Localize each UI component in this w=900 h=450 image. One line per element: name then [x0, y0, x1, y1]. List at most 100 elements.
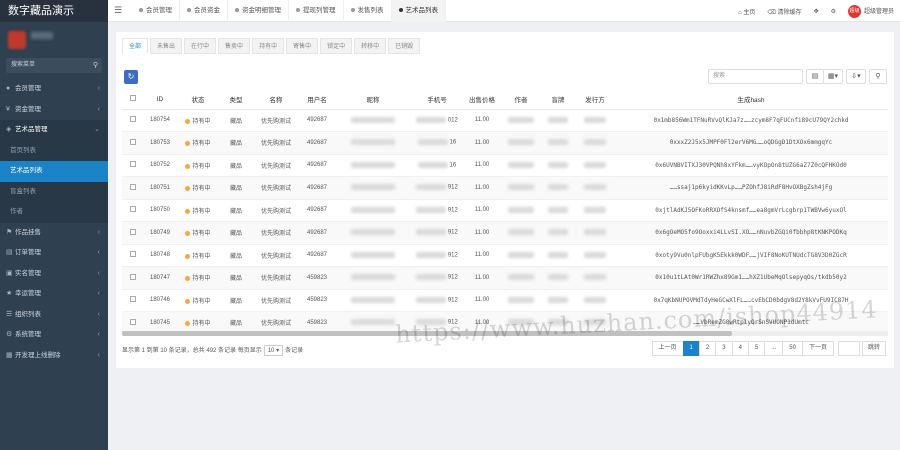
sidebar-item-lucky[interactable]: ★ 幸运管理 ‹ — [0, 284, 108, 305]
home-link[interactable]: ⌂ 主页 — [732, 7, 761, 16]
cell-hash: 0x7qKbNUPOVMdTdyHeGCwXlFL……cvEbCD0bdgV8d… — [614, 289, 888, 312]
page-button[interactable]: 5 — [747, 341, 766, 356]
status-tab-unsold[interactable]: 未售出 — [150, 38, 183, 54]
prev-page-button[interactable]: 上一页 — [651, 341, 684, 356]
jump-page-input[interactable] — [837, 341, 860, 356]
menu-search-input[interactable]: 搜索菜单 ⚲ — [6, 58, 102, 73]
column-header[interactable]: 类型 — [220, 90, 252, 110]
row-checkbox[interactable] — [122, 221, 144, 245]
row-checkbox[interactable] — [122, 154, 144, 177]
tab-member-funds[interactable]: 会员资金 — [180, 0, 228, 22]
sidebar-item-listing[interactable]: ⚑ 作品挂售 ‹ — [0, 223, 108, 244]
tab-members[interactable]: 会员管理 — [132, 0, 180, 22]
column-header[interactable]: 状态 — [176, 90, 220, 110]
page-button[interactable]: 1 — [682, 341, 700, 356]
row-checkbox[interactable] — [122, 244, 144, 267]
table-row[interactable]: 180747 持有中 藏品 优先购测试 459823 912 11.00 0x10u1tLA… — [122, 266, 888, 290]
cell-hash: ……ssaj1p6kyidKKvLp……PZOhfJ8iRdF8HvOXBgZs… — [614, 176, 888, 200]
table-row[interactable]: 180749 持有中 藏品 优先购测试 492687 912 11.00 0x6gOeMO5… — [122, 221, 888, 245]
sidebar-sub-home-list[interactable]: 首页列表 — [0, 140, 108, 161]
column-header[interactable]: 生成hash — [614, 90, 888, 110]
cell-phone: 912 — [412, 266, 462, 290]
sidebar-item-dev[interactable]: ▦ 开发理上线删除 ‹ — [0, 346, 108, 367]
sidebar-item-members[interactable]: ● 会员管理 ‹ — [0, 79, 108, 100]
sidebar-sub-blindbox-list[interactable]: 盲盒列表 — [0, 181, 108, 202]
column-header[interactable]: 盲牌 — [540, 90, 576, 110]
sidebar-sub-artwork-list[interactable]: 艺术品列表 — [0, 161, 108, 182]
sidebar-sub-authors[interactable]: 作者 — [0, 202, 108, 223]
page-button[interactable]: 2 — [698, 341, 717, 356]
column-header[interactable]: 出售价格 — [462, 90, 502, 110]
column-header[interactable]: 昵称 — [334, 90, 412, 110]
status-tab-in-progress[interactable]: 在行中 — [184, 38, 217, 54]
row-checkbox[interactable] — [122, 289, 144, 312]
column-header[interactable]: 用户名 — [300, 90, 334, 110]
toggle-view-button[interactable]: ▤ — [806, 69, 824, 84]
fullscreen-button[interactable]: ✥ — [808, 8, 825, 15]
status-tab-all[interactable]: 全部 — [122, 38, 149, 54]
column-header[interactable]: 发行方 — [576, 90, 614, 110]
horizontal-scrollbar[interactable] — [122, 331, 888, 336]
theme-button[interactable]: ⚙ — [825, 8, 842, 15]
cell-nickname-blurred — [334, 289, 412, 312]
advanced-search-button[interactable]: ⚲ — [869, 69, 887, 84]
jump-button[interactable]: 跳转 — [861, 341, 886, 356]
tab-withdrawals[interactable]: 提现列管理 — [289, 0, 344, 22]
cell-blindbox-blurred — [540, 244, 576, 267]
page-button[interactable]: 50 — [782, 341, 803, 356]
table-row[interactable]: 180748 持有中 藏品 优先购测试 492687 912 11.00 0xoty9Vu0… — [122, 244, 888, 267]
status-tab-selling[interactable]: 售卖中 — [218, 38, 251, 54]
cell-phone: 912 — [412, 176, 462, 200]
column-header[interactable]: 作者 — [502, 90, 540, 110]
table-search-input[interactable]: 搜索 — [708, 69, 803, 84]
page-button[interactable]: 4 — [731, 341, 749, 356]
export-button[interactable]: ⇩▾ — [846, 69, 866, 84]
card-view-icon: ▤ — [811, 73, 819, 80]
columns-button[interactable]: ▦▾ — [823, 69, 843, 84]
status-tab-destroyed[interactable]: 已销毁 — [388, 38, 421, 54]
sidebar-item-funds[interactable]: ¥ 资金管理 ‹ — [0, 100, 108, 121]
user-menu[interactable]: 超级 超级管理员 — [842, 4, 900, 18]
topbar: ☰ 会员管理 会员资金 资金明细管理 提现列管理 发售列表 艺术品列表 ⌂ 主页… — [108, 0, 900, 22]
sidebar-item-system[interactable]: ⚙ 系统管理 ‹ — [0, 325, 108, 346]
table-row[interactable]: 180752 持有中 藏品 优先购测试 492687 16 11.00 0x6UVNBVIT… — [122, 154, 888, 177]
column-header[interactable]: 名称 — [252, 90, 300, 110]
table-row[interactable]: 180750 持有中 藏品 优先购测试 492687 912 11.00 0xjtlAdKJ… — [122, 199, 888, 222]
row-checkbox[interactable] — [122, 131, 144, 155]
scrollbar-thumb[interactable] — [122, 331, 732, 336]
cell-issuer-blurred — [576, 221, 614, 245]
sidebar-item-artworks[interactable]: ◈ 艺术品管理 ⌄ — [0, 120, 108, 141]
column-header[interactable]: ID — [144, 90, 176, 110]
cell-nickname-blurred — [334, 199, 412, 222]
sidebar-item-realname[interactable]: ▣ 实名管理 ‹ — [0, 264, 108, 285]
tab-artwork-list[interactable]: 艺术品列表 — [391, 0, 446, 22]
row-checkbox[interactable] — [122, 199, 144, 222]
tab-fund-details[interactable]: 资金明细管理 — [228, 0, 289, 22]
table-row[interactable]: 180746 持有中 藏品 优先购测试 459823 912 11.00 0x7qKbNUP… — [122, 289, 888, 312]
sidebar-item-organizations[interactable]: ☰ 组织列表 ‹ — [0, 305, 108, 326]
column-header[interactable]: 手机号 — [412, 90, 462, 110]
user-icon — [187, 8, 191, 13]
table-row[interactable]: 180751 持有中 藏品 优先购测试 492687 912 11.00 ……ssaj1p6… — [122, 176, 888, 200]
table-row[interactable]: 180753 持有中 藏品 优先购测试 492687 16 11.00 0xxxZ2J5x5… — [122, 131, 888, 155]
avatar[interactable] — [8, 31, 26, 49]
select-all-checkbox[interactable] — [122, 90, 144, 110]
page-size-select[interactable]: 10 ▾ — [263, 345, 284, 356]
next-page-button[interactable]: 下一页 — [801, 341, 834, 356]
status-tab-consigning[interactable]: 寄售中 — [286, 38, 319, 54]
search-icon[interactable]: ⚲ — [93, 58, 98, 73]
row-checkbox[interactable] — [122, 176, 144, 200]
refresh-button[interactable]: ↻ — [124, 70, 138, 84]
table-row[interactable]: 180754 持有中 藏品 优先购测试 492687 012 11.00 0x1mb856W… — [122, 109, 888, 132]
page-button[interactable]: 3 — [715, 341, 733, 356]
status-tab-holding[interactable]: 持有中 — [252, 38, 285, 54]
row-checkbox[interactable] — [122, 109, 144, 132]
row-checkbox[interactable] — [122, 266, 144, 290]
status-tab-transferring[interactable]: 转移中 — [354, 38, 387, 54]
sidebar-item-orders[interactable]: ▤ 订单管理 ‹ — [0, 243, 108, 264]
clear-cache-button[interactable]: ⌫ 清除缓存 — [761, 7, 807, 16]
phone-visible-part: 912 — [447, 275, 458, 282]
tab-sales[interactable]: 发售列表 — [344, 0, 392, 22]
status-tab-locked[interactable]: 锁定中 — [320, 38, 353, 54]
menu-toggle-icon[interactable]: ☰ — [114, 5, 122, 16]
